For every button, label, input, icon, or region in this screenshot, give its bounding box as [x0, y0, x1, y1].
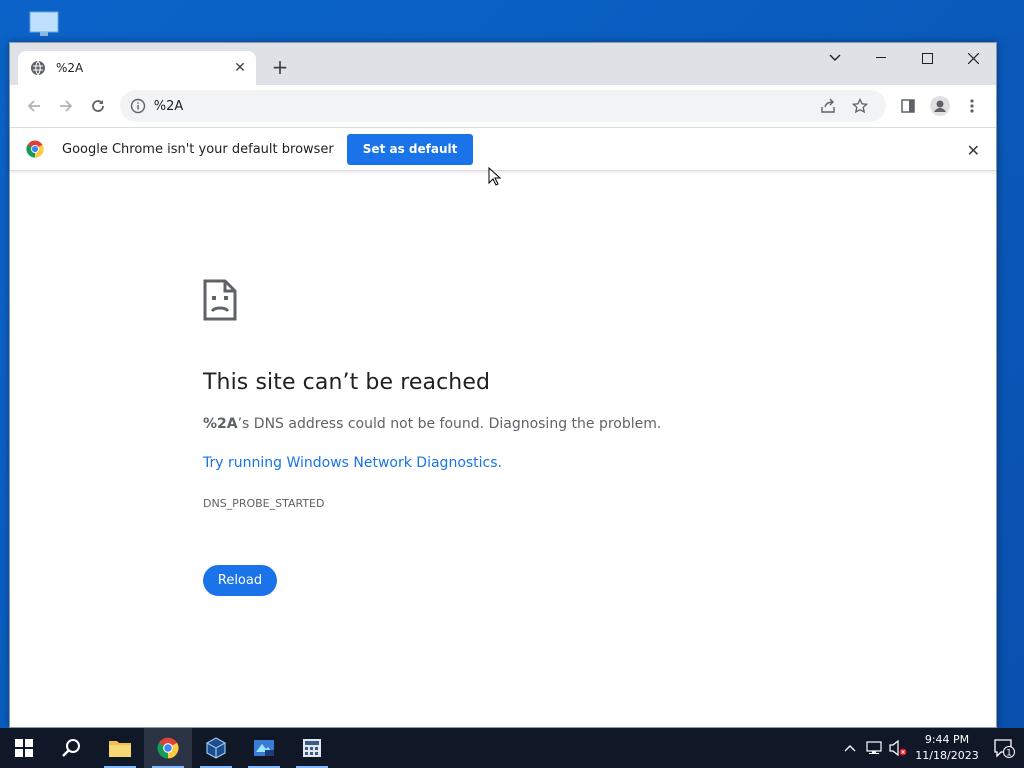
new-tab-button[interactable]: + [268, 56, 292, 80]
profile-avatar-icon[interactable] [924, 90, 956, 122]
volume-muted-icon[interactable] [886, 728, 910, 768]
tab-strip: %2A ✕ + [10, 43, 996, 85]
desktop-computer-icon[interactable] [28, 10, 62, 40]
file-explorer-icon[interactable] [96, 728, 144, 768]
error-code: DNS_PROBE_STARTED [203, 497, 325, 510]
start-button[interactable] [0, 728, 48, 768]
error-host: %2A [203, 416, 238, 432]
minimize-button[interactable] [858, 43, 904, 73]
system-tray: 9:44 PM 11/18/2023 1 [838, 728, 1024, 768]
clock[interactable]: 9:44 PM 11/18/2023 [910, 732, 984, 764]
tab-close-icon[interactable]: ✕ [232, 60, 248, 76]
chrome-icon[interactable] [144, 728, 192, 768]
network-icon[interactable] [862, 728, 886, 768]
app-xp-icon[interactable] [240, 728, 288, 768]
chrome-window: %2A ✕ + %2A Google Chrome isn't your def… [9, 42, 997, 728]
notification-center-icon[interactable]: 1 [984, 728, 1024, 768]
infobar-message: Google Chrome isn't your default browser [62, 141, 334, 157]
taskbar: 9:44 PM 11/18/2023 1 [0, 728, 1024, 768]
calculator-app-icon[interactable] [288, 728, 336, 768]
bookmark-star-icon[interactable] [844, 92, 876, 120]
virtualbox-icon[interactable] [192, 728, 240, 768]
window-controls [812, 43, 996, 73]
tab-title: %2A [56, 61, 84, 75]
error-description: %2A’s DNS address could not be found. Di… [203, 416, 661, 432]
forward-button[interactable] [50, 90, 82, 122]
notification-count: 1 [1006, 748, 1012, 758]
close-window-button[interactable] [950, 43, 996, 73]
search-icon[interactable] [48, 728, 96, 768]
url-text[interactable]: %2A [154, 99, 812, 114]
chrome-logo-icon [26, 140, 44, 158]
sad-page-icon [203, 279, 237, 321]
menu-kebab-icon[interactable] [956, 90, 988, 122]
tab-active[interactable]: %2A ✕ [18, 51, 256, 85]
back-button[interactable] [18, 90, 50, 122]
tab-search-icon[interactable] [812, 43, 858, 73]
infobar-close-icon[interactable]: ✕ [967, 141, 980, 160]
default-browser-infobar: Google Chrome isn't your default browser… [10, 127, 996, 171]
clock-time: 9:44 PM [924, 733, 970, 746]
error-page: This site can’t be reached %2A’s DNS add… [10, 171, 996, 727]
toolbar: %2A [10, 85, 996, 127]
share-icon[interactable] [812, 92, 844, 120]
site-info-icon[interactable] [130, 98, 146, 114]
show-hidden-icons-chevron-icon[interactable] [838, 728, 862, 768]
globe-icon [30, 60, 46, 76]
reload-page-button[interactable]: Reload [203, 565, 277, 596]
set-as-default-button[interactable]: Set as default [346, 133, 474, 165]
address-bar[interactable]: %2A [119, 90, 886, 122]
mouse-cursor-icon [488, 166, 502, 187]
error-title: This site can’t be reached [203, 370, 491, 395]
side-panel-icon[interactable] [892, 90, 924, 122]
error-description-text: ’s DNS address could not be found. Diagn… [237, 416, 662, 432]
clock-date: 11/18/2023 [915, 749, 979, 762]
reload-button[interactable] [82, 90, 114, 122]
network-diagnostics-link[interactable]: Try running Windows Network Diagnostics. [203, 455, 502, 471]
maximize-button[interactable] [904, 43, 950, 73]
